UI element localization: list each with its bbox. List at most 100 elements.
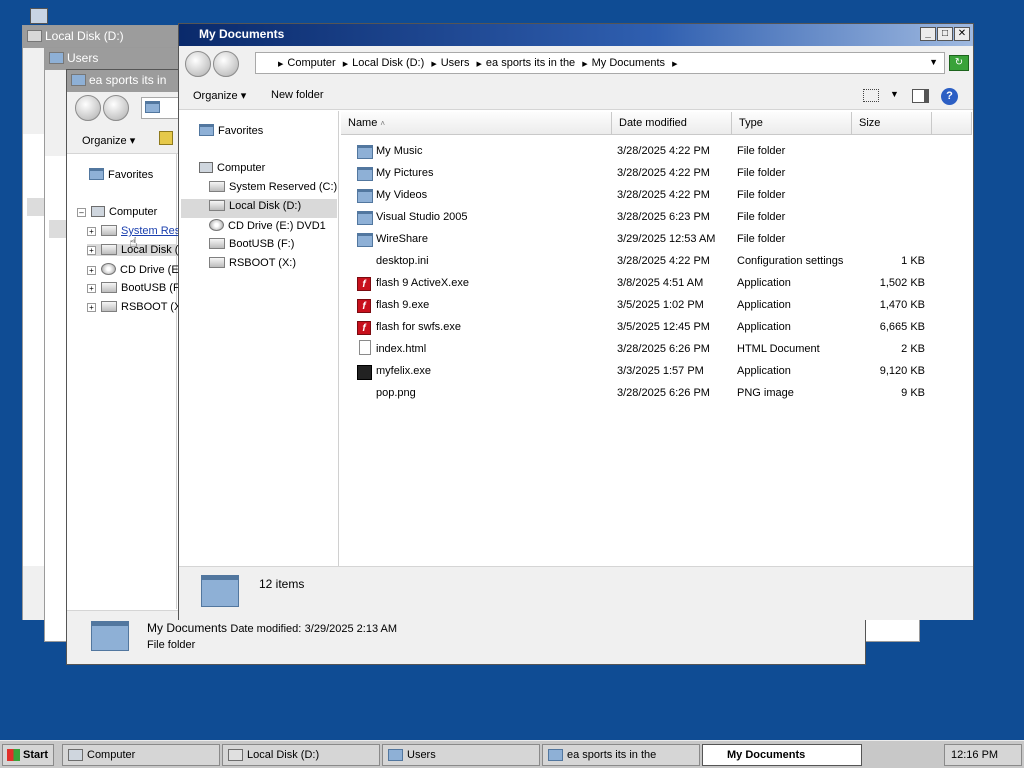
taskbar-item-ea-sports[interactable]: ea sports its in the (542, 744, 700, 766)
nav-bootusb[interactable]: BootUSB (F:) (209, 238, 294, 250)
breadcrumb-computer[interactable]: Computer (287, 57, 335, 69)
file-row[interactable]: WireShare 3/29/2025 12:53 AM File folder (355, 229, 935, 251)
file-name: pop.png (376, 387, 416, 399)
breadcrumb-ea-sports[interactable]: ea sports its in the (486, 57, 575, 69)
window-title: ea sports its in (89, 73, 167, 87)
navigation-pane: Favorites Computer System Reserved (C:) … (179, 111, 339, 566)
column-header-size[interactable]: Size (852, 112, 932, 135)
flash-icon: f (357, 321, 371, 335)
file-row[interactable]: My Videos 3/28/2025 4:22 PM File folder (355, 185, 935, 207)
preview-pane-icon[interactable] (912, 89, 929, 103)
drive-icon (101, 244, 117, 255)
file-row[interactable]: myfelix.exe 3/3/2025 1:57 PM Application 9,… (355, 361, 935, 383)
organize-button[interactable]: Organize ▾ (82, 134, 135, 147)
chevron-down-icon[interactable]: ▼ (890, 89, 899, 99)
address-bar[interactable]: ▶ Computer ▶ Local Disk (D:) ▶ Users ▶ ea sp… (255, 52, 945, 74)
nav-computer[interactable]: – Computer (77, 206, 157, 218)
chevron-right-icon[interactable]: ▶ (477, 60, 482, 68)
file-row[interactable]: desktop.ini 3/28/2025 4:22 PM Configuratio… (355, 251, 935, 273)
file-row[interactable]: pop.png 3/28/2025 6:26 PM PNG image 9 KB (355, 383, 935, 405)
maximize-button[interactable]: □ (937, 27, 953, 41)
taskbar-item-computer[interactable]: Computer (62, 744, 220, 766)
minimize-button[interactable]: _ (920, 27, 936, 41)
column-header-name[interactable]: Name ˄ (341, 112, 612, 135)
hand-cursor-icon: ☝ (129, 234, 138, 250)
file-row[interactable]: f flash for swfs.exe 3/5/2025 12:45 PM Appl… (355, 317, 935, 339)
file-row[interactable]: My Music 3/28/2025 4:22 PM File folder (355, 141, 935, 163)
drive-icon (209, 200, 225, 211)
file-type: Configuration settings (737, 255, 844, 267)
folder-icon (357, 167, 373, 181)
file-date: 3/5/2025 1:02 PM (617, 299, 704, 311)
forward-button[interactable] (103, 95, 129, 121)
folder-icon (388, 749, 403, 761)
file-row[interactable]: index.html 3/28/2025 6:26 PM HTML Document… (355, 339, 935, 361)
column-header-date[interactable]: Date modified (612, 112, 732, 135)
chevron-right-icon[interactable]: ▶ (582, 60, 587, 68)
help-icon[interactable]: ? (941, 88, 958, 105)
nav-rsboot[interactable]: + RSBOOT (X (87, 301, 181, 313)
organize-button[interactable]: Organize ▾ (193, 89, 246, 102)
file-row[interactable]: f flash 9 ActiveX.exe 3/8/2025 4:51 AM Appl… (355, 273, 935, 295)
collapse-icon[interactable]: – (77, 208, 86, 217)
chevron-down-icon[interactable]: ▼ (929, 57, 938, 67)
file-row[interactable]: f flash 9.exe 3/5/2025 1:02 PM Application 1… (355, 295, 935, 317)
flash-icon: f (357, 299, 371, 313)
blank-icon (359, 252, 371, 267)
chevron-right-icon[interactable]: ▶ (431, 60, 436, 68)
expand-icon[interactable]: + (87, 303, 96, 312)
file-name: desktop.ini (376, 255, 429, 267)
window-title: My Documents (199, 27, 285, 41)
start-button[interactable]: Start (2, 744, 54, 766)
file-size: 6,665 KB (879, 321, 925, 333)
folder-icon (357, 211, 373, 225)
favorites-icon (89, 168, 104, 180)
computer-icon (68, 749, 83, 761)
file-type: Application (737, 321, 791, 333)
window-titlebar[interactable]: My Documents _ □ ✕ (179, 24, 973, 46)
chevron-right-icon[interactable]: ▶ (343, 60, 348, 68)
nav-cd-drive[interactable]: + CD Drive (E (87, 263, 179, 276)
nav-cd-drive[interactable]: CD Drive (E:) DVD1 (209, 219, 326, 232)
expand-icon[interactable]: + (87, 266, 96, 275)
close-button[interactable]: ✕ (954, 27, 970, 41)
folder-icon (357, 189, 373, 203)
new-folder-button[interactable]: New folder (271, 89, 324, 101)
chevron-right-icon[interactable]: ▶ (672, 60, 677, 68)
nav-computer[interactable]: Computer (199, 162, 265, 174)
nav-system-reserved[interactable]: System Reserved (C:) (209, 181, 337, 193)
expand-icon[interactable]: + (87, 284, 96, 293)
file-date: 3/3/2025 1:57 PM (617, 365, 704, 377)
view-options-icon[interactable] (863, 89, 879, 102)
file-row[interactable]: My Pictures 3/28/2025 4:22 PM File folder (355, 163, 935, 185)
taskbar-item-my-documents[interactable]: My Documents (702, 744, 862, 766)
system-clock[interactable]: 12:16 PM (944, 744, 1022, 766)
details-date-value: 3/29/2025 2:13 AM (304, 623, 398, 635)
file-date: 3/5/2025 12:45 PM (617, 321, 710, 333)
nav-favorites[interactable]: Favorites (199, 124, 263, 137)
nav-bootusb[interactable]: + BootUSB (F (87, 282, 180, 294)
expand-icon[interactable]: + (87, 227, 96, 236)
taskbar-item-local-disk[interactable]: Local Disk (D:) (222, 744, 380, 766)
taskbar-item-users[interactable]: Users (382, 744, 540, 766)
desktop-icon[interactable] (30, 8, 48, 24)
column-header-filler (932, 112, 972, 135)
taskbar: Start Computer Local Disk (D:) Users ea … (0, 740, 1024, 768)
breadcrumb-my-documents[interactable]: My Documents (592, 57, 665, 69)
column-header-type[interactable]: Type (732, 112, 852, 135)
nav-favorites[interactable]: Favorites (89, 168, 153, 181)
file-row[interactable]: Visual Studio 2005 3/28/2025 6:23 PM File … (355, 207, 935, 229)
drive-icon (101, 301, 117, 312)
breadcrumb-users[interactable]: Users (441, 57, 470, 69)
nav-local-disk[interactable]: Local Disk (D:) (181, 199, 337, 218)
file-name: My Music (376, 145, 423, 157)
refresh-icon[interactable]: ↻ (949, 55, 969, 71)
address-bar[interactable] (141, 97, 181, 119)
file-name: index.html (376, 343, 427, 355)
breadcrumb-local-disk[interactable]: Local Disk (D:) (352, 57, 424, 69)
nav-rsboot[interactable]: RSBOOT (X:) (209, 257, 296, 269)
back-button[interactable] (75, 95, 101, 121)
forward-button[interactable] (213, 51, 239, 77)
expand-icon[interactable]: + (87, 246, 96, 255)
back-button[interactable] (185, 51, 211, 77)
